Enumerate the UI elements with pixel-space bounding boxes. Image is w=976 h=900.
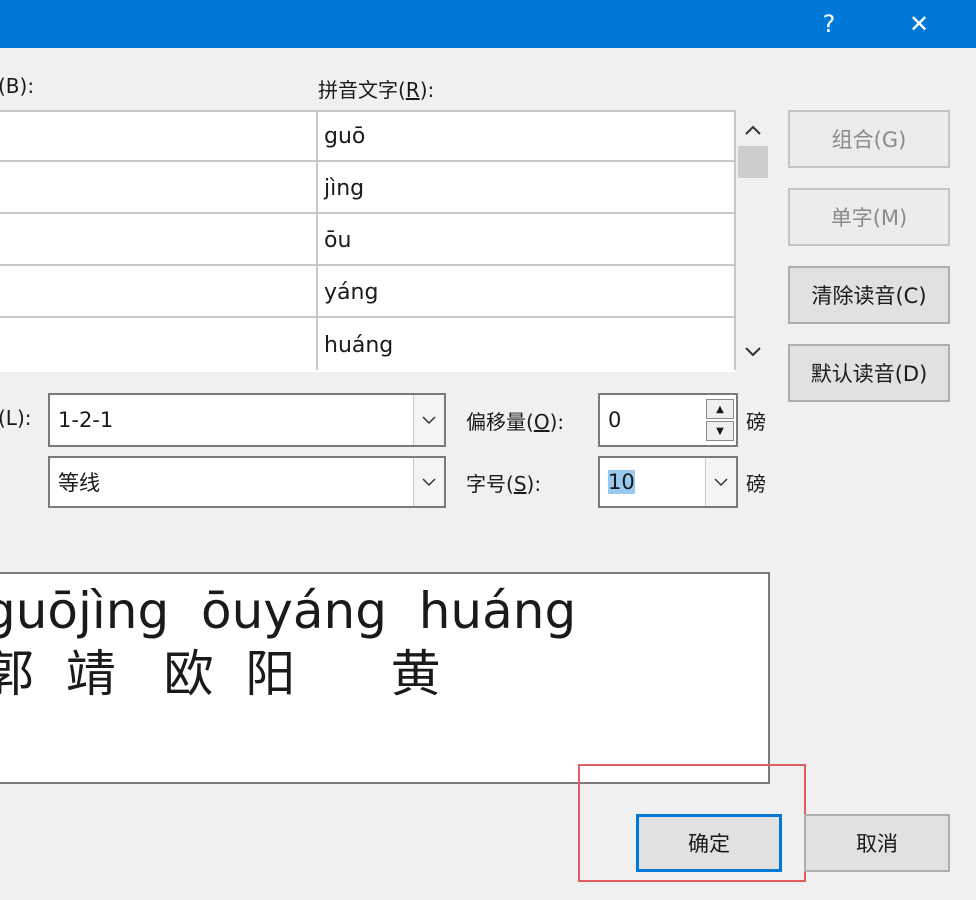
base-text-cell[interactable]	[0, 164, 316, 214]
chevron-down-icon[interactable]	[413, 458, 444, 506]
ruby-text-cell[interactable]: guō	[318, 112, 734, 162]
size-value: 10	[608, 458, 635, 506]
size-label-suffix: ):	[526, 472, 542, 496]
spin-down-icon[interactable]: ▼	[706, 421, 734, 441]
font-select[interactable]: 等线	[48, 456, 446, 508]
ruby-text-label-suffix: ):	[419, 78, 435, 102]
spin-up-icon[interactable]: ▲	[706, 399, 734, 419]
scroll-thumb[interactable]	[738, 146, 768, 178]
size-label-prefix: 字号(	[466, 472, 514, 496]
base-text-cell[interactable]	[0, 216, 316, 266]
title-bar: ? ✕	[0, 0, 976, 48]
ok-button[interactable]: 确定	[636, 814, 782, 872]
preview-pinyin: guōjìng ōuyáng huáng	[0, 582, 577, 640]
offset-label-prefix: 偏移量(	[466, 410, 534, 434]
ruby-text-cell[interactable]: yáng	[318, 268, 734, 318]
ruby-text-cell[interactable]: ōu	[318, 216, 734, 266]
offset-stepper[interactable]: 0 ▲ ▼	[598, 393, 738, 447]
ruby-text-label: 拼音文字(R):	[318, 74, 434, 103]
base-text-cell[interactable]	[0, 320, 316, 370]
ruby-text-cell[interactable]: jìng	[318, 164, 734, 214]
chevron-down-icon[interactable]	[705, 458, 736, 506]
group-button[interactable]: 组合(G)	[788, 110, 950, 168]
close-button[interactable]: ✕	[890, 0, 948, 48]
preview-box: guōjìng ōuyáng huáng 郭 靖 欧 阳 黄	[0, 572, 770, 784]
scrollbar-graphic	[738, 125, 768, 357]
single-char-button[interactable]: 单字(M)	[788, 188, 950, 246]
base-text-label: (B):	[0, 74, 35, 98]
alignment-value: 1-2-1	[58, 408, 114, 432]
size-select[interactable]: 10	[598, 456, 738, 508]
offset-label-key: O	[533, 410, 550, 434]
preview-hanzi: 郭 靖 欧 阳 黄	[0, 645, 441, 703]
ruby-text-cell[interactable]: huáng	[318, 320, 734, 370]
ruby-text-label-key: R	[405, 78, 420, 102]
help-button[interactable]: ?	[800, 0, 858, 48]
default-reading-button[interactable]: 默认读音(D)	[788, 344, 950, 402]
chevron-down-icon[interactable]	[413, 395, 444, 445]
size-value-text: 10	[608, 470, 635, 494]
ruby-text-label-prefix: 拼音文字(	[318, 78, 406, 102]
grid-scrollbar[interactable]	[738, 112, 768, 370]
base-text-cell[interactable]	[0, 268, 316, 318]
alignment-label: (L):	[0, 406, 32, 430]
offset-value: 0	[608, 408, 622, 432]
clear-reading-button[interactable]: 清除读音(C)	[788, 266, 950, 324]
alignment-select[interactable]: 1-2-1	[48, 393, 446, 447]
scroll-down-icon[interactable]	[745, 347, 761, 357]
offset-label: 偏移量(O):	[466, 406, 564, 435]
size-unit: 磅	[746, 472, 766, 496]
size-label: 字号(S):	[466, 468, 541, 497]
base-text-cell[interactable]	[0, 112, 316, 162]
grid-right-border	[734, 110, 736, 370]
font-value: 等线	[58, 471, 100, 495]
offset-label-suffix: ):	[549, 410, 565, 434]
cancel-button[interactable]: 取消	[804, 814, 950, 872]
size-label-key: S	[513, 472, 527, 496]
scroll-up-icon[interactable]	[745, 125, 761, 135]
offset-unit: 磅	[746, 410, 766, 434]
